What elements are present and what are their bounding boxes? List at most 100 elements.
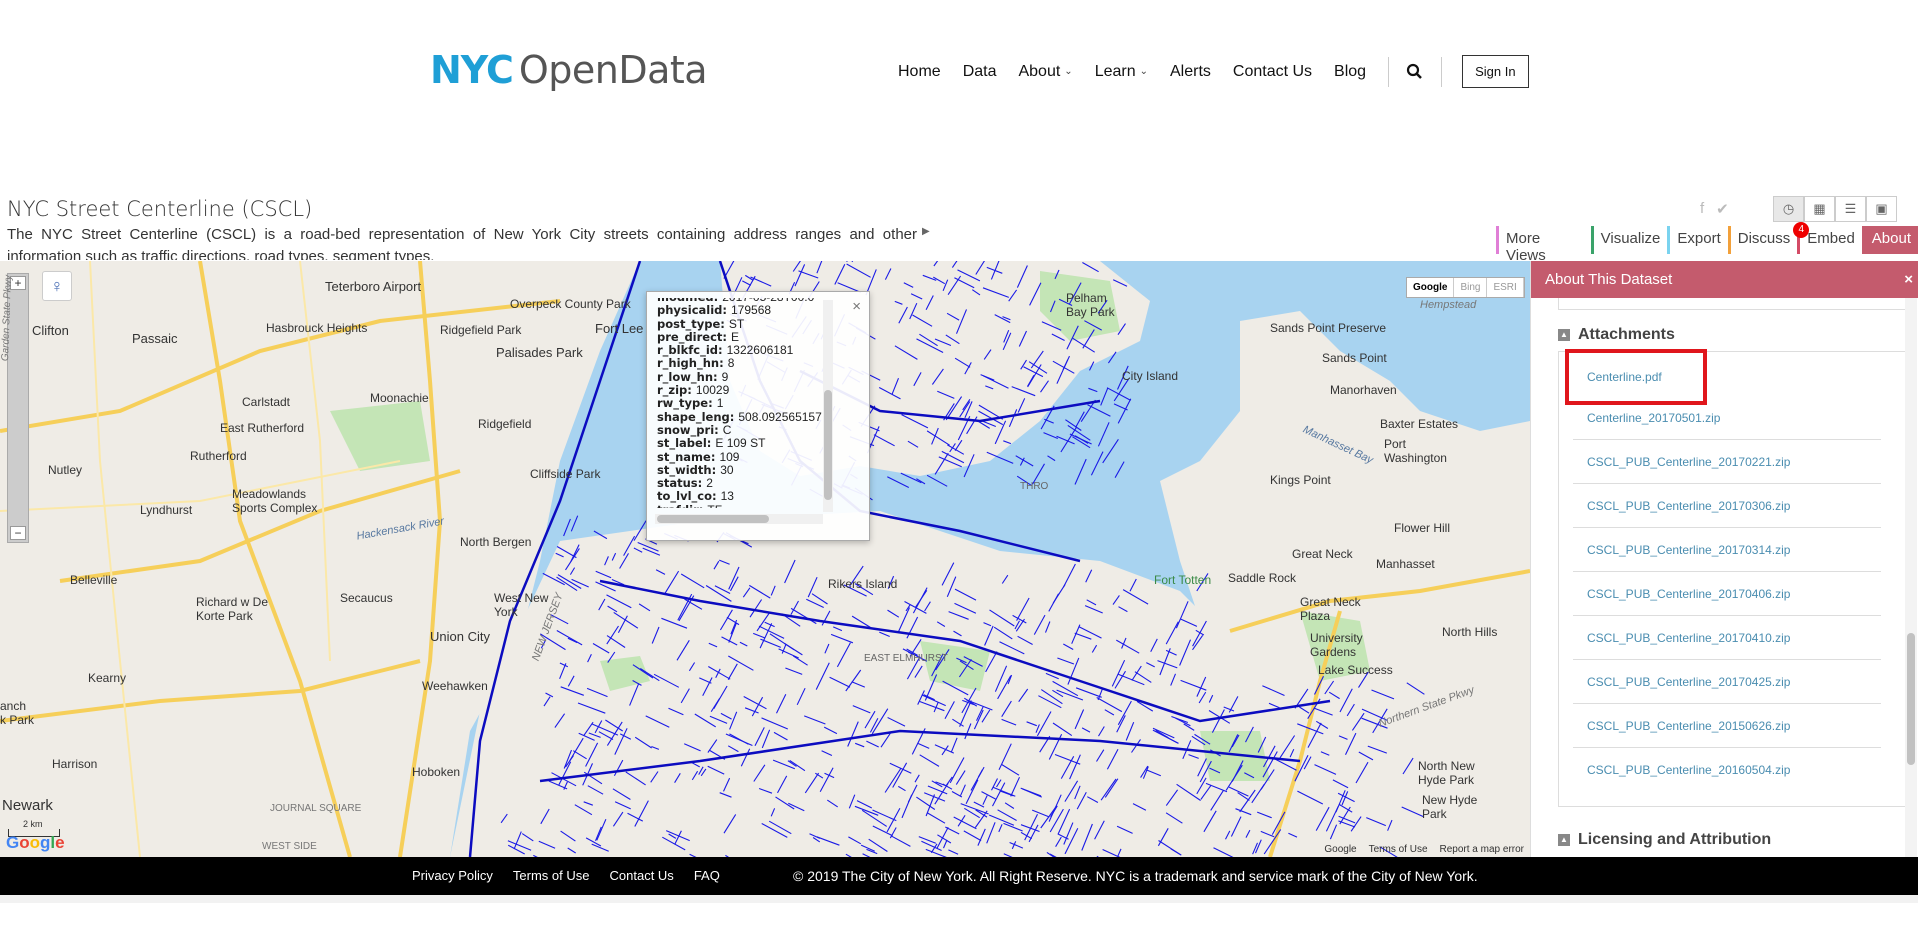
tab-embed-label: Embed (1807, 230, 1855, 247)
attribute-value: 179568 (731, 303, 772, 318)
attribute-value: 30 (720, 462, 734, 477)
street-segment (1106, 387, 1131, 401)
tab-discuss[interactable]: Discuss (1727, 226, 1798, 254)
site-footer: Privacy Policy Terms of Use Contact Us F… (0, 857, 1918, 895)
expand-description-icon[interactable]: ▶ (922, 226, 930, 237)
popup-vertical-scrollbar[interactable] (823, 300, 833, 512)
collapse-icon[interactable]: ▲ (1558, 834, 1570, 846)
tab-visualize[interactable]: Visualize (1590, 226, 1668, 254)
list-icon[interactable]: ☰ (1835, 196, 1866, 222)
nav-home[interactable]: Home (898, 63, 941, 81)
attribute-value: 9 (721, 369, 729, 384)
attribute-key: status: (657, 476, 707, 491)
search-icon[interactable] (1405, 62, 1425, 82)
contact-us-link[interactable]: Contact Us (610, 868, 674, 883)
attribute-value: 1322606181 (726, 343, 794, 358)
map-label: Cliffside Park (530, 467, 601, 481)
nav-learn[interactable]: Learn ⌄ (1095, 63, 1148, 81)
sign-in-button[interactable]: Sign In (1462, 55, 1529, 88)
street-segment (1015, 455, 1034, 467)
nyc-opendata-logo[interactable]: NYC OpenData (430, 48, 708, 92)
twitter-icon[interactable]: ✔ (1716, 200, 1729, 218)
map-label: Great Neck (1292, 547, 1353, 561)
map-label: Meadowlands Sports Complex (232, 487, 318, 515)
basemap-google[interactable]: Google (1407, 278, 1455, 297)
tab-embed[interactable]: 4 Embed (1793, 222, 1862, 254)
nav-alerts-label: Alerts (1170, 62, 1211, 80)
close-icon[interactable]: × (852, 298, 861, 315)
google-logo: Google (6, 833, 65, 852)
map-view[interactable]: + − ♀ Google Bing ESRI Teterboro Airport… (0, 261, 1530, 857)
scroll-thumb[interactable] (824, 390, 832, 500)
attachments-list: Centerline.pdf Centerline_20170501.zip C… (1558, 349, 1906, 807)
map-label: Lyndhurst (140, 503, 193, 517)
attribute-key: physicalid: (657, 303, 731, 318)
attachment-link[interactable]: CSCL_PUB_Centerline_20170314.zip (1573, 528, 1881, 572)
attribute-key: to_lvl_co: (657, 489, 721, 504)
attachments-heading[interactable]: ▲ Attachments (1558, 326, 1675, 344)
scroll-thumb[interactable] (1907, 633, 1915, 765)
close-icon[interactable]: × (1904, 261, 1913, 298)
street-segment (1090, 451, 1104, 476)
tab-more-views[interactable]: More Views (1496, 226, 1591, 264)
tab-export[interactable]: Export (1667, 226, 1728, 254)
grid-icon[interactable]: ▦ (1804, 196, 1835, 222)
nav-contact-us[interactable]: Contact Us (1233, 63, 1312, 81)
map-label: Port Washington (1384, 437, 1447, 465)
map-label: Ridgefield (478, 417, 532, 431)
attachment-link[interactable]: CSCL_PUB_Centerline_20170406.zip (1573, 572, 1881, 616)
nav-blog[interactable]: Blog (1334, 63, 1366, 81)
attachment-link[interactable]: CSCL_PUB_Centerline_20170425.zip (1573, 660, 1881, 704)
report-map-error-link[interactable]: Report a map error (1440, 844, 1524, 855)
terms-of-use-link[interactable]: Terms of Use (513, 868, 590, 883)
tab-about[interactable]: About (1861, 226, 1918, 254)
facebook-icon[interactable]: f (1700, 200, 1704, 218)
map-label: Hempstead (1420, 299, 1477, 311)
panel-title: About This Dataset (1545, 271, 1673, 288)
window-icon[interactable]: ▣ (1866, 196, 1897, 222)
copyright-text: © 2019 The City of New York. All Right R… (793, 868, 1478, 884)
street-segment (1114, 461, 1125, 478)
popup-attributes: modified: 2017-05-28T00:0physicalid: 179… (657, 298, 822, 508)
zoom-out-button[interactable]: − (10, 526, 26, 540)
nav-about[interactable]: About ⌄ (1018, 63, 1072, 81)
basemap-bing[interactable]: Bing (1454, 278, 1488, 297)
popup-horizontal-scrollbar[interactable] (655, 514, 823, 524)
map-label: Lake Success (1318, 663, 1393, 677)
attachment-link[interactable]: CSCL_PUB_Centerline_20170306.zip (1573, 484, 1881, 528)
attribute-key: r_low_hn: (657, 369, 722, 384)
scroll-thumb[interactable] (657, 515, 769, 523)
clock-icon[interactable]: ◷ (1773, 196, 1804, 222)
nav-data[interactable]: Data (963, 63, 997, 81)
map-label: Rikers Island (828, 577, 898, 591)
map-label: Baxter Estates (1380, 417, 1459, 431)
map-label: East Rutherford (220, 421, 305, 435)
basemap-esri[interactable]: ESRI (1487, 278, 1524, 297)
map-terms-link[interactable]: Terms of Use (1369, 844, 1428, 855)
nav-alerts[interactable]: Alerts (1170, 63, 1211, 81)
scale-label: 2 km (23, 819, 43, 829)
collapse-icon[interactable]: ▲ (1558, 329, 1570, 341)
attachment-link[interactable]: CSCL_PUB_Centerline_20170410.zip (1573, 616, 1881, 660)
map-label: Kearny (88, 671, 127, 685)
panel-scrollbar[interactable] (1905, 298, 1917, 857)
street-segment (1102, 438, 1119, 464)
attachment-link[interactable]: Centerline_20170501.zip (1573, 396, 1881, 440)
attachment-link[interactable]: CSCL_PUB_Centerline_20160504.zip (1573, 748, 1881, 792)
map-label: Sands Point (1322, 351, 1387, 365)
logo-nyc: NYC (430, 48, 514, 92)
map-label: New Hyde Park (1422, 793, 1478, 821)
attribute-value: 109 (719, 449, 740, 464)
attachment-link[interactable]: CSCL_PUB_Centerline_20150626.zip (1573, 704, 1881, 748)
attachment-link[interactable]: CSCL_PUB_Centerline_20170221.zip (1573, 440, 1881, 484)
street-view-icon[interactable]: ♀ (42, 271, 72, 301)
faq-link[interactable]: FAQ (694, 868, 720, 883)
attribute-key: trafdir: (657, 503, 707, 508)
map-label: k Park (0, 713, 35, 727)
attribute-key: st_name: (657, 449, 720, 464)
licensing-heading[interactable]: ▲ Licensing and Attribution (1558, 831, 1771, 849)
popup-attribute-row: r_zip: 10029 (657, 383, 822, 397)
map-label: Hasbrouck Heights (266, 321, 368, 335)
tab-discuss-label: Discuss (1737, 230, 1791, 247)
privacy-policy-link[interactable]: Privacy Policy (412, 868, 493, 883)
